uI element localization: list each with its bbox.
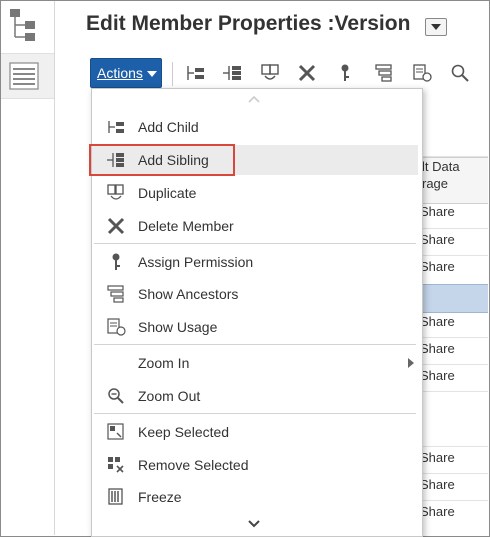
menu-item-label: Duplicate bbox=[138, 185, 197, 201]
menu-item-zoom-out[interactable]: Zoom Out bbox=[92, 381, 418, 411]
add-sibling-icon[interactable] bbox=[221, 63, 243, 83]
menu-item-label: Zoom In bbox=[138, 355, 190, 371]
left-rail bbox=[1, 1, 55, 535]
menu-item-duplicate[interactable]: Duplicate bbox=[92, 178, 418, 208]
zoom-icon[interactable] bbox=[449, 63, 471, 83]
menu-item-show-usage[interactable]: Show Usage bbox=[92, 312, 418, 342]
list-view-button[interactable] bbox=[1, 53, 54, 99]
scroll-up-icon[interactable] bbox=[248, 95, 260, 103]
menu-item-remove-selected[interactable]: Remove Selected bbox=[92, 450, 418, 480]
grid-rule bbox=[414, 255, 488, 256]
add-child-icon bbox=[108, 121, 124, 133]
grid-cell[interactable]: Share bbox=[420, 341, 455, 356]
menu-item-label: Zoom Out bbox=[138, 388, 201, 404]
grid-rule bbox=[414, 500, 488, 501]
grid-cell[interactable]: Share bbox=[420, 477, 455, 492]
remove-selected-icon bbox=[108, 457, 124, 473]
chevron-down-icon bbox=[147, 71, 157, 77]
duplicate-icon bbox=[107, 184, 124, 200]
key-icon[interactable] bbox=[334, 63, 356, 83]
keep-selected-icon bbox=[107, 423, 124, 440]
scroll-down-icon[interactable] bbox=[248, 519, 260, 529]
title-dropdown-button[interactable] bbox=[425, 18, 447, 36]
duplicate-icon[interactable] bbox=[259, 63, 281, 83]
key-icon bbox=[112, 253, 120, 270]
delete-x-icon[interactable] bbox=[296, 63, 318, 83]
grid-rule bbox=[414, 337, 488, 338]
menu-separator bbox=[94, 243, 416, 244]
actions-dropdown-menu: Add Child Add Sibling Duplicate Delete M… bbox=[89, 88, 423, 537]
grid-cell[interactable]: Share bbox=[420, 314, 455, 329]
menu-item-label: Add Child bbox=[138, 119, 199, 135]
menu-item-label: Remove Selected bbox=[138, 457, 249, 473]
grid-cell[interactable]: Share bbox=[420, 204, 455, 219]
list-view-icon bbox=[9, 62, 39, 90]
usage-icon[interactable] bbox=[411, 63, 433, 83]
ancestors-icon[interactable] bbox=[373, 63, 395, 83]
menu-item-label: Assign Permission bbox=[138, 254, 254, 270]
grid-rule bbox=[414, 473, 488, 474]
add-child-icon[interactable] bbox=[184, 63, 206, 83]
tree-view-icon bbox=[10, 9, 35, 41]
grid-rule bbox=[414, 446, 488, 447]
menu-item-label: Show Usage bbox=[138, 319, 218, 335]
menu-item-label: Delete Member bbox=[138, 218, 234, 234]
toolbar-divider bbox=[172, 62, 173, 86]
menu-item-add-sibling[interactable]: Add Sibling bbox=[89, 144, 418, 176]
zoom-out-icon bbox=[108, 388, 124, 404]
usage-icon bbox=[107, 318, 126, 336]
grid-rule bbox=[414, 391, 488, 392]
menu-item-assign-permission[interactable]: Assign Permission bbox=[92, 247, 418, 277]
menu-item-keep-selected[interactable]: Keep Selected bbox=[92, 417, 418, 447]
menu-item-freeze[interactable]: Freeze bbox=[92, 482, 418, 512]
menu-item-label: Freeze bbox=[138, 489, 182, 505]
submenu-arrow-icon bbox=[408, 358, 414, 368]
ancestors-icon bbox=[107, 285, 124, 303]
highlight-callout-box bbox=[89, 144, 235, 176]
grid-cell[interactable]: Share bbox=[420, 368, 455, 383]
grid-cell[interactable]: Share bbox=[420, 232, 455, 247]
menu-item-delete-member[interactable]: Delete Member bbox=[92, 211, 418, 241]
freeze-icon bbox=[108, 488, 123, 505]
menu-item-label: Show Ancestors bbox=[138, 286, 239, 302]
page-title: Edit Member Properties :Version bbox=[86, 12, 411, 35]
tree-view-button[interactable] bbox=[1, 1, 54, 46]
delete-x-icon bbox=[107, 217, 125, 235]
menu-item-label: Keep Selected bbox=[138, 424, 230, 440]
menu-item-add-child[interactable]: Add Child bbox=[92, 112, 418, 142]
menu-item-show-ancestors[interactable]: Show Ancestors bbox=[92, 279, 418, 309]
grid-cell[interactable]: Share bbox=[420, 259, 455, 274]
menu-item-zoom-in[interactable]: Zoom In bbox=[92, 348, 418, 378]
menu-separator bbox=[94, 413, 416, 414]
actions-menu-button[interactable]: Actions bbox=[90, 58, 162, 88]
grid-cell[interactable]: Share bbox=[420, 450, 455, 465]
actions-label: Actions bbox=[97, 65, 143, 81]
grid-cell[interactable]: Share bbox=[420, 504, 455, 519]
grid-column-header: lt Data rage bbox=[414, 157, 488, 204]
menu-separator bbox=[94, 344, 416, 345]
grid-rule bbox=[414, 228, 488, 229]
grid-rule bbox=[414, 364, 488, 365]
